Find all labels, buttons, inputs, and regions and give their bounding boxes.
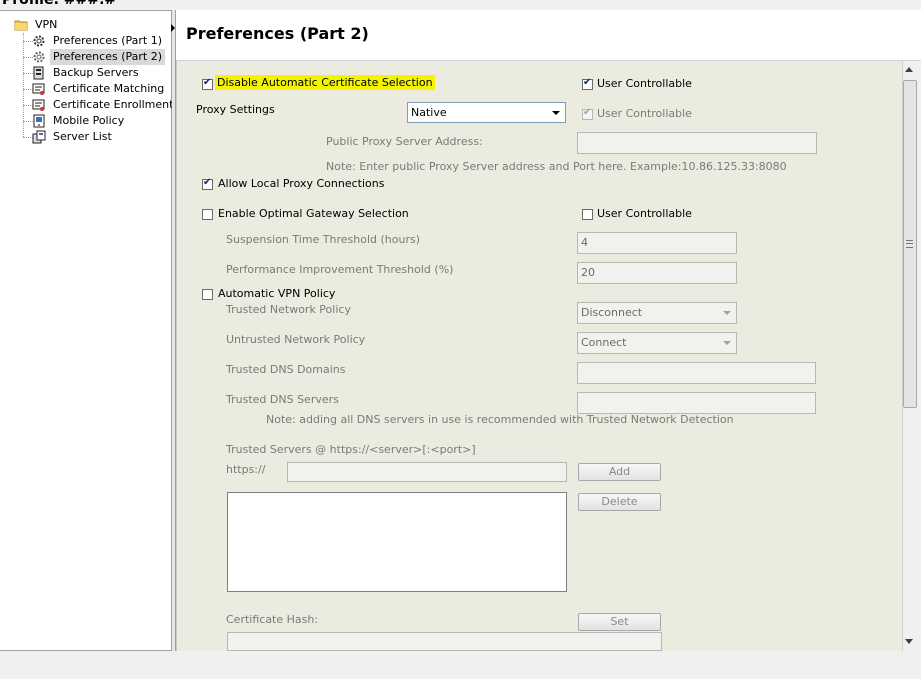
mobile-icon [33,114,45,128]
https-prefix-label: https:// [226,463,266,476]
certificate-icon [32,83,45,95]
tree-item-label: Preferences (Part 2) [50,49,165,65]
user-controllable-label-1: User Controllable [597,77,692,90]
trusted-network-policy-label: Trusted Network Policy [226,303,351,316]
trusted-dns-domains-label: Trusted DNS Domains [226,363,346,376]
dns-note: Note: adding all DNS servers in use is r… [266,413,734,426]
trusted-network-policy-select[interactable]: Disconnect [577,302,737,324]
public-proxy-label: Public Proxy Server Address: [326,135,483,148]
highlighted-text: Disable Automatic Certificate Selection [215,75,435,90]
allow-local-proxy-label: Allow Local Proxy Connections [218,177,385,190]
trusted-servers-list[interactable] [227,492,567,592]
performance-threshold-label: Performance Improvement Threshold (%) [226,263,454,276]
trusted-server-input[interactable] [287,462,567,482]
trusted-servers-label: Trusted Servers @ https://<server>[:<por… [226,443,476,456]
delete-button[interactable]: Delete [578,493,661,511]
auto-vpn-policy-label: Automatic VPN Policy [218,287,336,300]
status-strip [0,651,921,679]
server-icon [33,66,44,80]
tree-item-label: Mobile Policy [53,114,125,127]
tree-item-label: Certificate Matching [53,82,165,95]
tree-root-label: VPN [35,18,58,31]
set-button[interactable]: Set [578,613,661,631]
trusted-dns-domains-input[interactable] [577,362,816,384]
page-header: Preferences (Part 2) [176,10,921,61]
chevron-down-icon [723,311,731,315]
auto-vpn-policy-checkbox[interactable] [202,289,213,300]
collapse-arrow-icon[interactable] [171,24,175,32]
performance-threshold-input[interactable]: 20 [577,262,737,284]
trusted-dns-servers-input[interactable] [577,392,816,414]
certificate-hash-label: Certificate Hash: [226,613,319,626]
optimal-gateway-checkbox[interactable] [202,209,213,220]
gear-icon [33,35,45,47]
disable-auto-cert-label: Disable Automatic Certificate Selection [215,75,435,90]
scroll-down-arrow-icon[interactable] [905,639,913,644]
user-controllable-checkbox-1[interactable] [582,77,593,90]
page-title: Preferences (Part 2) [186,24,369,43]
proxy-settings-label: Proxy Settings [196,103,275,116]
public-proxy-note: Note: Enter public Proxy Server address … [326,160,787,173]
server-list-icon [32,130,46,144]
user-controllable-checkbox-3[interactable] [582,209,593,220]
folder-icon [14,20,28,31]
untrusted-network-policy-label: Untrusted Network Policy [226,333,366,346]
navigation-tree: VPN Preferences (Part 1) Preferences (Pa… [0,10,173,651]
tree-item-label: Certificate Enrollment [53,98,174,111]
tree-item-label: Backup Servers [53,66,139,79]
proxy-settings-select[interactable]: Native [407,102,566,123]
gear-icon [33,51,45,63]
public-proxy-input[interactable] [577,132,817,154]
scrollbar-grip-icon [906,240,913,248]
optimal-gateway-label: Enable Optimal Gateway Selection [218,207,409,220]
trusted-network-policy-value: Disconnect [581,306,643,319]
user-controllable-label-2: User Controllable [597,107,692,120]
chevron-down-icon [723,341,731,345]
tree-item-label: Preferences (Part 1) [53,34,162,47]
trusted-dns-servers-label: Trusted DNS Servers [226,393,339,406]
scroll-up-arrow-icon[interactable] [905,67,913,72]
disable-auto-cert-checkbox[interactable] [202,77,213,90]
proxy-settings-value: Native [411,106,447,119]
add-button[interactable]: Add [578,463,661,481]
untrusted-network-policy-value: Connect [581,336,627,349]
certificate-icon [32,99,45,111]
window-title-strip: Profile: ###.# [0,0,921,10]
suspension-threshold-input[interactable]: 4 [577,232,737,254]
user-controllable-label-3: User Controllable [597,207,692,220]
certificate-hash-input[interactable] [227,632,662,651]
window-title: Profile: ###.# [2,0,117,8]
tree-item-label: Server List [53,130,112,143]
user-controllable-checkbox-2[interactable] [582,107,593,120]
chevron-down-icon [552,111,560,115]
scrollbar-grip-icon [906,243,913,244]
preferences-form: Disable Automatic Certificate Selection … [176,61,902,651]
allow-local-proxy-checkbox[interactable] [202,177,213,190]
suspension-threshold-label: Suspension Time Threshold (hours) [226,233,421,246]
untrusted-network-policy-select[interactable]: Connect [577,332,737,354]
